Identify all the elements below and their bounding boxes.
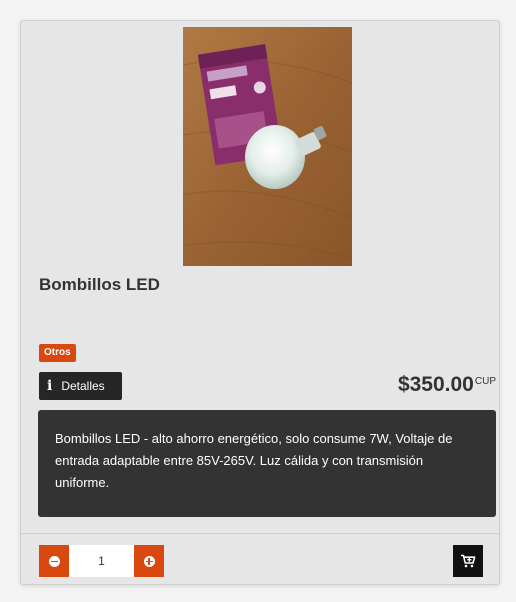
product-image[interactable] bbox=[183, 27, 352, 266]
price-currency: CUP bbox=[474, 376, 496, 387]
quantity-input[interactable] bbox=[69, 545, 134, 577]
details-label: Detalles bbox=[61, 379, 105, 393]
divider bbox=[21, 533, 499, 534]
price-amount: $350.00 bbox=[397, 373, 474, 396]
details-button[interactable]: i Detalles bbox=[39, 372, 122, 400]
product-photo bbox=[183, 27, 352, 266]
add-to-cart-button[interactable] bbox=[453, 545, 483, 577]
quantity-stepper bbox=[39, 545, 164, 577]
product-title: Bombillos LED bbox=[39, 275, 160, 294]
plus-icon bbox=[143, 555, 155, 567]
category-badge[interactable]: Otros bbox=[39, 344, 76, 362]
product-price: $350.00 CUP bbox=[398, 373, 496, 397]
product-description: Bombillos LED - alto ahorro energético, … bbox=[38, 410, 496, 517]
decrement-button[interactable] bbox=[39, 545, 69, 577]
info-icon: i bbox=[47, 378, 53, 394]
product-card: Bombillos LED Otros i Detalles $350.00 C… bbox=[20, 20, 500, 585]
minus-icon bbox=[48, 555, 60, 567]
increment-button[interactable] bbox=[134, 545, 164, 577]
cart-icon bbox=[461, 554, 476, 568]
